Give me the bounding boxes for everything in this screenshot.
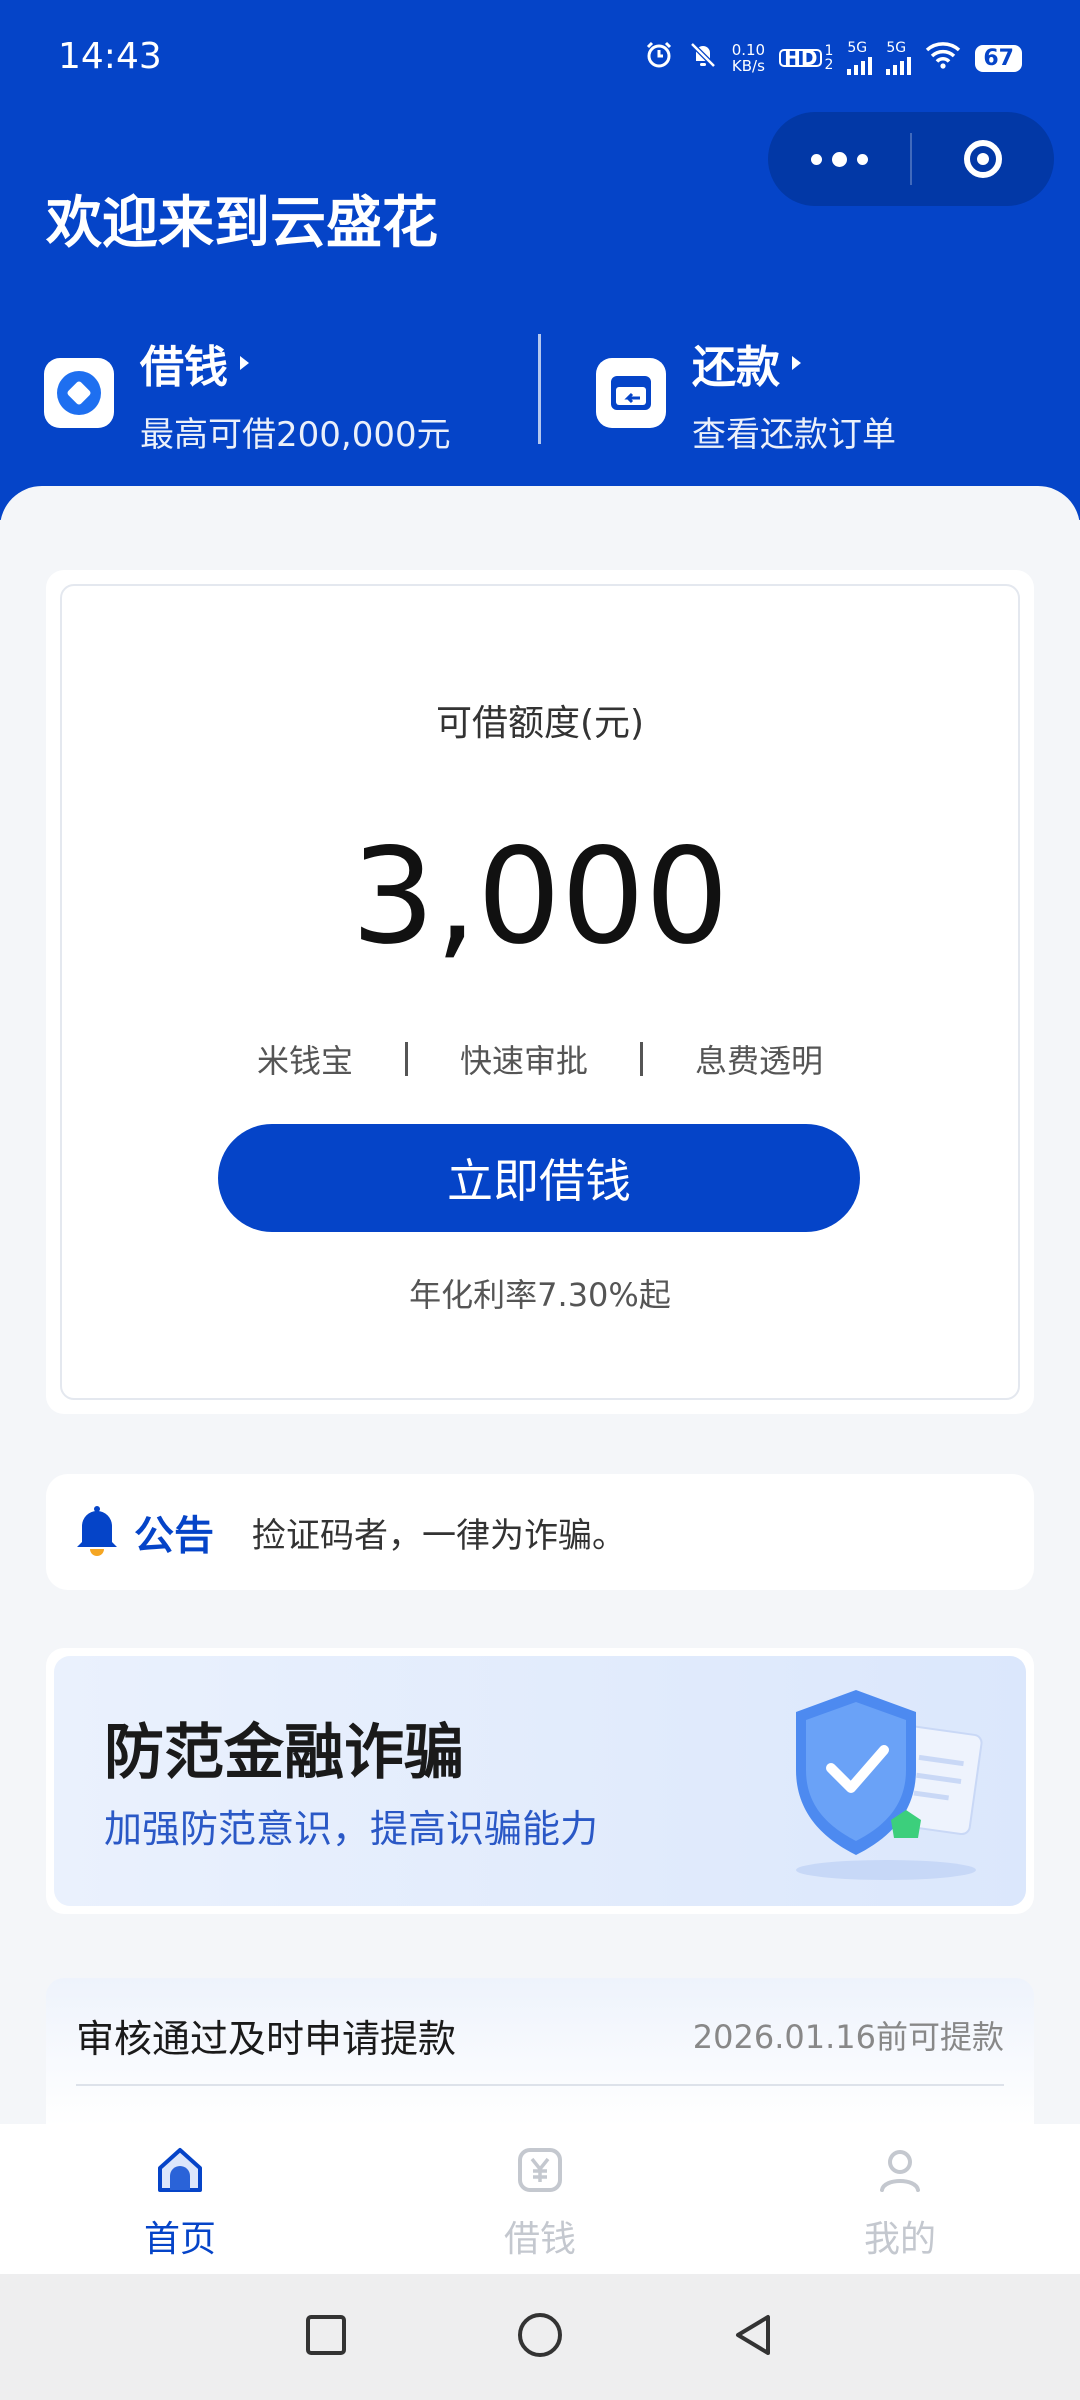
shield-check-icon	[766, 1670, 1006, 1894]
status-bar: 14:43 0.10 KB/s HD 1 2 5G 5G 67	[0, 0, 1080, 120]
credit-card: 可借额度(元) 3,000 米钱宝 快速审批 息费透明 立即借钱 年化利率7.3…	[46, 570, 1034, 1414]
review-title: 审核通过及时申请提款	[76, 2017, 457, 2061]
hd-indicator: HD 1 2	[779, 44, 833, 72]
status-time: 14:43	[58, 36, 162, 77]
tab-label: 首页	[143, 2219, 216, 2260]
user-icon	[872, 2142, 928, 2202]
header-divider	[538, 334, 541, 444]
close-miniapp-button[interactable]	[912, 140, 1054, 178]
net-speed-unit: KB/s	[731, 57, 765, 75]
welcome-title: 欢迎来到云盛花	[46, 191, 438, 256]
hd-badge: HD	[779, 48, 823, 68]
borrow-shortcut-title: 借钱	[140, 341, 228, 393]
home-circle-icon[interactable]	[516, 2311, 564, 2363]
tab-mine[interactable]: 我的	[720, 2124, 1080, 2274]
notice-label: 公告	[134, 1513, 214, 1559]
signal-2: 5G	[886, 40, 912, 75]
banner-subtitle: 加强防范意识，提高识骗能力	[104, 1807, 599, 1851]
tab-label: 借钱	[503, 2219, 576, 2260]
sim2-label: 2	[824, 57, 834, 73]
miniapp-capsule	[768, 112, 1054, 206]
more-dots-icon	[810, 151, 868, 167]
net2-label: 5G	[886, 40, 907, 56]
feature-item: 息费透明	[695, 1042, 824, 1080]
yuan-icon	[512, 2142, 568, 2202]
status-icons: 0.10 KB/s HD 1 2 5G 5G 67	[644, 40, 1022, 76]
mute-bell-icon	[688, 40, 718, 76]
feature-separator	[404, 1042, 408, 1076]
home-icon	[152, 2142, 208, 2202]
notice-text: 捡证码者，一律为诈骗。	[252, 1515, 626, 1556]
chevron-right-icon	[240, 355, 249, 370]
borrow-shortcut-subtitle: 最高可借200,000元	[140, 414, 451, 455]
notice-bar[interactable]: 公告 捡证码者，一律为诈骗。	[46, 1474, 1034, 1590]
chevron-right-icon	[792, 355, 801, 370]
net-speed-value: 0.10	[731, 41, 766, 59]
back-triangle-icon[interactable]	[732, 2313, 776, 2361]
wifi-icon	[925, 41, 961, 75]
bottom-tabbar: 首页 借钱 我的	[0, 2124, 1080, 2274]
repay-shortcut-title: 还款	[692, 341, 780, 393]
target-icon	[964, 140, 1002, 178]
tab-label: 我的	[863, 2219, 936, 2260]
review-card[interactable]: 审核通过及时申请提款 2026.01.16前可提款	[46, 1978, 1034, 2126]
repay-shortcut-subtitle: 查看还款订单	[692, 414, 896, 455]
fraud-prevention-banner[interactable]: 防范金融诈骗 加强防范意识，提高识骗能力	[46, 1648, 1034, 1914]
more-button[interactable]	[768, 151, 910, 167]
borrow-diamond-icon	[44, 358, 114, 428]
credit-amount: 3,000	[351, 820, 729, 974]
signal-1: 5G	[847, 40, 873, 75]
alarm-icon	[644, 40, 674, 76]
feature-item: 米钱宝	[256, 1042, 353, 1080]
tab-home[interactable]: 首页	[0, 2124, 360, 2274]
bell-icon	[72, 1502, 122, 1562]
signal-bars-2-icon	[886, 55, 912, 75]
borrow-now-button[interactable]: 立即借钱	[218, 1124, 860, 1232]
review-divider	[76, 2084, 1004, 2086]
repay-shortcut[interactable]: 还款 查看还款订单	[596, 328, 896, 458]
wallet-return-icon	[596, 358, 666, 428]
borrow-shortcut[interactable]: 借钱 最高可借200,000元	[44, 328, 451, 458]
banner-title: 防范金融诈骗	[104, 1718, 464, 1788]
net1-label: 5G	[847, 40, 868, 56]
sim1-label: 1	[824, 43, 834, 59]
feature-item: 快速审批	[459, 1042, 588, 1080]
recents-square-icon[interactable]	[304, 2313, 348, 2361]
credit-label: 可借额度(元)	[435, 703, 645, 744]
annual-rate: 年化利率7.30%起	[409, 1276, 671, 1314]
feature-separator	[640, 1042, 643, 1076]
system-navigation-bar	[0, 2274, 1080, 2400]
net-speed: 0.10 KB/s	[732, 42, 765, 74]
battery-indicator: 67	[975, 44, 1022, 72]
feature-list: 米钱宝 快速审批 息费透明	[46, 1036, 1034, 1082]
review-date: 2026.01.16前可提款	[692, 2018, 1004, 2056]
tab-borrow[interactable]: 借钱	[360, 2124, 720, 2274]
signal-bars-1-icon	[847, 55, 873, 75]
